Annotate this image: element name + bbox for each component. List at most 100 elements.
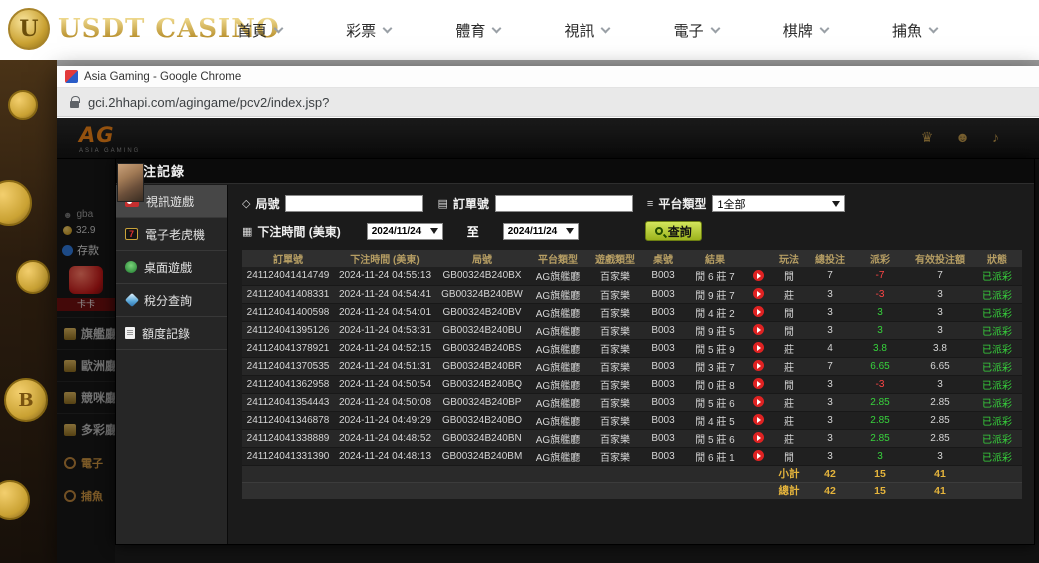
cell-status: 已派彩 [972, 303, 1022, 321]
footer-label: 小計 [770, 465, 808, 482]
round-label-text: 局號 [255, 195, 279, 212]
cell-valid-bet: 3 [908, 321, 972, 339]
chevron-down-icon [492, 23, 502, 33]
cell-bet-on: 莊 [770, 357, 808, 375]
play-button[interactable] [753, 270, 764, 281]
page-content: AG ASIA GAMING ♛☻♪ ☻ gba 32.9 存款 卡卡 旗艦廳歐… [57, 118, 1039, 563]
cell-status: 已派彩 [972, 339, 1022, 357]
search-button[interactable]: 查詢 [645, 221, 702, 241]
date-to-value: 2024/11/24 [508, 226, 558, 237]
col-header-1: 下注時間 (美東) [334, 250, 436, 267]
cell-game: 百家樂 [588, 393, 642, 411]
menu-item-4[interactable]: 額度記錄 [116, 317, 227, 350]
cell-table: B003 [642, 267, 684, 285]
filter-row-1: ◇ 局號 ▤ 訂單號 ≡ 平台類型 [242, 195, 1020, 212]
cell-bet-on: 閒 [770, 375, 808, 393]
table-row: 2411240413629582024-11-24 04:50:54GB0032… [242, 375, 1022, 393]
play-button[interactable] [753, 432, 764, 443]
dropdown-arrow-icon [566, 228, 574, 234]
panel-title: 下注記錄 [116, 159, 1034, 184]
play-button[interactable] [753, 396, 764, 407]
round-input[interactable] [285, 195, 423, 212]
cell-table: B003 [642, 411, 684, 429]
cell-order: 241124041378921 [242, 339, 334, 357]
nav-item-6[interactable]: 捕魚 [892, 20, 937, 41]
address-bar[interactable]: gci.2hhapi.com/agingame/pcv2/index.jsp? [57, 88, 1039, 117]
cell-platform: AG旗艦廳 [528, 393, 588, 411]
nav-item-label: 電子 [674, 20, 704, 41]
table-row: 2411240414083312024-11-24 04:54:41GB0032… [242, 285, 1022, 303]
window-title-bar[interactable]: Asia Gaming - Google Chrome [57, 66, 1039, 88]
cell-game: 百家樂 [588, 321, 642, 339]
nav-item-4[interactable]: 電子 [674, 20, 719, 41]
order-input[interactable] [495, 195, 633, 212]
menu-item-1[interactable]: 7 電子老虎機 [116, 218, 227, 251]
cell-order: 241124041331390 [242, 447, 334, 465]
cell-order: 241124041346878 [242, 411, 334, 429]
nav-item-3[interactable]: 視訊 [564, 20, 609, 41]
cell-game: 百家樂 [588, 375, 642, 393]
cell-payout: 3.8 [852, 339, 908, 357]
play-button[interactable] [753, 306, 764, 317]
menu-item-3[interactable]: 稅分查詢 [116, 284, 227, 317]
cell-result: 閒 5 莊 6 [684, 429, 746, 447]
bet-records-panel: 下注記錄 視訊遊戲7電子老虎機桌面遊戲稅分查詢額度記錄 ◇ 局號 ▤ 訂單號 [115, 158, 1035, 545]
table-row: 2411240413705352024-11-24 04:51:31GB0032… [242, 357, 1022, 375]
cell-table: B003 [642, 375, 684, 393]
cell-valid-bet: 2.85 [908, 411, 972, 429]
nav-item-label: 體育 [455, 20, 485, 41]
nav-item-label: 首頁 [237, 20, 267, 41]
platform-label: ≡ 平台類型 [647, 195, 706, 212]
menu-item-label: 電子老虎機 [145, 226, 205, 243]
calendar-icon: ▦ [242, 225, 252, 238]
top-bar: U USDT CASINO 首頁彩票體育視訊電子棋牌捕魚 [0, 0, 1039, 60]
play-button[interactable] [753, 450, 764, 461]
slot-icon: 7 [125, 228, 138, 240]
cell-valid-bet: 3 [908, 447, 972, 465]
platform-select[interactable]: 1全部 [712, 195, 845, 212]
user-avatar-photo [117, 163, 144, 202]
nav-item-1[interactable]: 彩票 [346, 20, 391, 41]
cell-bet-on: 莊 [770, 285, 808, 303]
cell-platform: AG旗艦廳 [528, 447, 588, 465]
cell-status: 已派彩 [972, 375, 1022, 393]
order-label: ▤ 訂單號 [437, 195, 488, 212]
cell-time: 2024-11-24 04:48:13 [334, 447, 436, 465]
date-to-select[interactable]: 2024/11/24 [503, 223, 579, 240]
play-button[interactable] [753, 342, 764, 353]
coin-art [8, 90, 38, 120]
cell-bet-on: 閒 [770, 303, 808, 321]
play-button[interactable] [753, 414, 764, 425]
round-label: ◇ 局號 [242, 195, 279, 212]
play-button[interactable] [753, 324, 764, 335]
date-from-select[interactable]: 2024/11/24 [367, 223, 443, 240]
nav-item-5[interactable]: 棋牌 [783, 20, 828, 41]
col-header-3: 平台類型 [528, 250, 588, 267]
table-header-row: 訂單號下注時間 (美東)局號平台類型遊戲類型桌號結果玩法總投注派彩有效投注額狀態 [242, 250, 1022, 267]
play-button[interactable] [753, 378, 764, 389]
col-header-5: 桌號 [642, 250, 684, 267]
cell-game: 百家樂 [588, 339, 642, 357]
nav-item-label: 視訊 [564, 20, 594, 41]
cell-bet-total: 3 [808, 393, 852, 411]
table-footer: 小計421541總計421541 [242, 465, 1022, 499]
order-label-text: 訂單號 [453, 195, 489, 212]
play-button[interactable] [753, 360, 764, 371]
cell-time: 2024-11-24 04:52:15 [334, 339, 436, 357]
order-icon: ▤ [437, 197, 447, 210]
cell-valid-bet: 3 [908, 303, 972, 321]
cell-status: 已派彩 [972, 429, 1022, 447]
panel-content: ◇ 局號 ▤ 訂單號 ≡ 平台類型 [228, 185, 1034, 544]
footer-payout: 15 [852, 465, 908, 482]
nav-item-2[interactable]: 體育 [455, 20, 500, 41]
platform-label-text: 平台類型 [658, 195, 706, 212]
play-button[interactable] [753, 288, 764, 299]
col-header-0: 訂單號 [242, 250, 334, 267]
cell-table: B003 [642, 429, 684, 447]
cell-platform: AG旗艦廳 [528, 339, 588, 357]
cell-round: GB00324B240BU [436, 321, 528, 339]
nav-item-0[interactable]: 首頁 [237, 20, 282, 41]
menu-item-2[interactable]: 桌面遊戲 [116, 251, 227, 284]
cell-payout: -7 [852, 267, 908, 285]
cell-time: 2024-11-24 04:54:01 [334, 303, 436, 321]
